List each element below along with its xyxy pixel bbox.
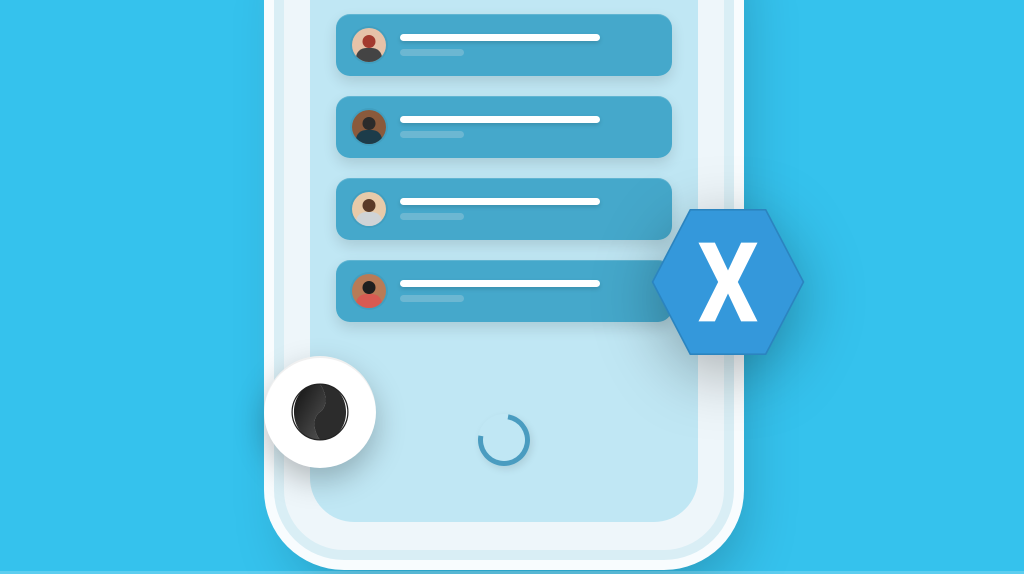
placeholder-line-secondary <box>400 295 464 302</box>
list-item[interactable] <box>336 260 672 322</box>
placeholder-line-primary <box>400 116 600 123</box>
placeholder-line-primary <box>400 280 600 287</box>
placeholder-line-secondary <box>400 213 464 220</box>
json-badge <box>264 356 376 468</box>
list-item[interactable] <box>336 178 672 240</box>
text-placeholder-group <box>400 280 656 302</box>
json-logo-icon <box>289 381 351 443</box>
placeholder-line-secondary <box>400 49 464 56</box>
placeholder-line-primary <box>400 198 600 205</box>
text-placeholder-group <box>400 198 656 220</box>
text-placeholder-group <box>400 116 656 138</box>
list-item[interactable] <box>336 96 672 158</box>
loading-spinner-icon <box>468 404 540 476</box>
placeholder-line-primary <box>400 34 600 41</box>
placeholder-line-secondary <box>400 131 464 138</box>
avatar <box>352 274 386 308</box>
phone-screen <box>310 0 698 522</box>
avatar <box>352 192 386 226</box>
text-placeholder-group <box>400 34 656 56</box>
xamarin-badge <box>646 200 810 364</box>
contact-list <box>336 14 672 322</box>
avatar <box>352 28 386 62</box>
list-item[interactable] <box>336 14 672 76</box>
avatar <box>352 110 386 144</box>
xamarin-logo-icon <box>646 200 810 364</box>
